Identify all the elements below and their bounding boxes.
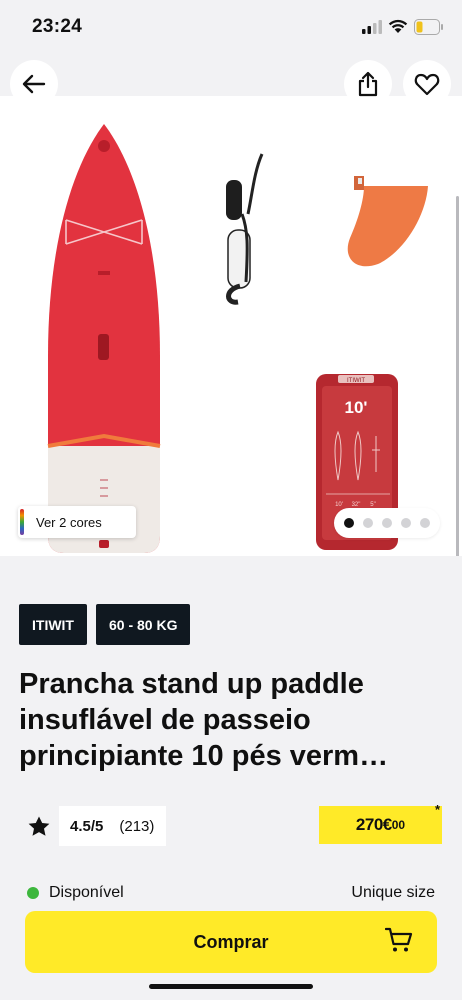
brand-tag[interactable]: ITIWIT	[19, 604, 87, 645]
availability: Disponível	[27, 884, 124, 902]
price-tag: 270€ 00 *	[319, 802, 442, 844]
wifi-icon	[388, 19, 408, 33]
buy-button[interactable]: Comprar	[25, 911, 437, 973]
rating-summary[interactable]: 4.5/5 (213)	[19, 806, 167, 846]
favorite-button[interactable]	[403, 60, 451, 108]
back-button[interactable]	[10, 60, 58, 108]
status-time: 23:24	[32, 16, 83, 37]
share-button[interactable]	[344, 60, 392, 108]
share-icon	[358, 71, 378, 97]
color-variants-label: Ver 2 cores	[36, 514, 102, 530]
buy-button-label: Comprar	[193, 931, 269, 952]
size-label: Unique size	[351, 884, 435, 901]
bag-brand: ITIWIT	[347, 378, 365, 384]
rating-star-box	[19, 806, 59, 846]
rating-values: 4.5/5 (213)	[59, 806, 167, 846]
price-amount: 270€	[355, 815, 392, 834]
pagination-dot-3[interactable]	[382, 518, 392, 528]
availability-dot	[27, 887, 39, 899]
product-images: ITIWIT 10' 10' 32" 5"	[47, 124, 428, 553]
board-image	[47, 124, 161, 553]
pagination-dot-5[interactable]	[420, 518, 430, 528]
rating-count: (213)	[119, 817, 155, 835]
rating-score: 4.5/5	[70, 817, 104, 835]
fin-image	[347, 176, 428, 267]
heart-icon	[414, 73, 440, 96]
pagination-dot-1[interactable]	[344, 518, 354, 528]
leash-image	[226, 153, 264, 305]
pagination-dot-2[interactable]	[363, 518, 373, 528]
color-swatch-stripe	[20, 509, 24, 535]
cart-icon	[385, 927, 413, 952]
weight-tag: 60 - 80 KG	[96, 604, 191, 645]
pagination-dot-4[interactable]	[401, 518, 411, 528]
bag-size: 10'	[345, 398, 368, 417]
gallery-pagination[interactable]	[334, 508, 440, 538]
gallery-scrollbar[interactable]	[456, 196, 459, 556]
arrow-left-icon	[22, 74, 46, 94]
product-image-gallery[interactable]: ITIWIT 10' 10' 32" 5" Ver 2 cores	[0, 96, 462, 556]
color-variants-button[interactable]: Ver 2 cores	[18, 506, 136, 538]
battery-icon	[414, 19, 443, 35]
availability-status: Disponível	[49, 884, 124, 901]
star-icon	[28, 816, 50, 836]
bag-spec-length: 10'	[335, 502, 343, 508]
product-tags: ITIWIT 60 - 80 KG	[19, 604, 191, 645]
home-indicator[interactable]	[149, 984, 313, 989]
product-title: Prancha stand up paddle insuflável de pa…	[19, 668, 389, 772]
status-bar: 23:24	[0, 0, 462, 58]
signal-icon	[362, 20, 382, 34]
price-cents: 00	[391, 818, 406, 832]
price-footnote-mark: *	[434, 802, 440, 817]
